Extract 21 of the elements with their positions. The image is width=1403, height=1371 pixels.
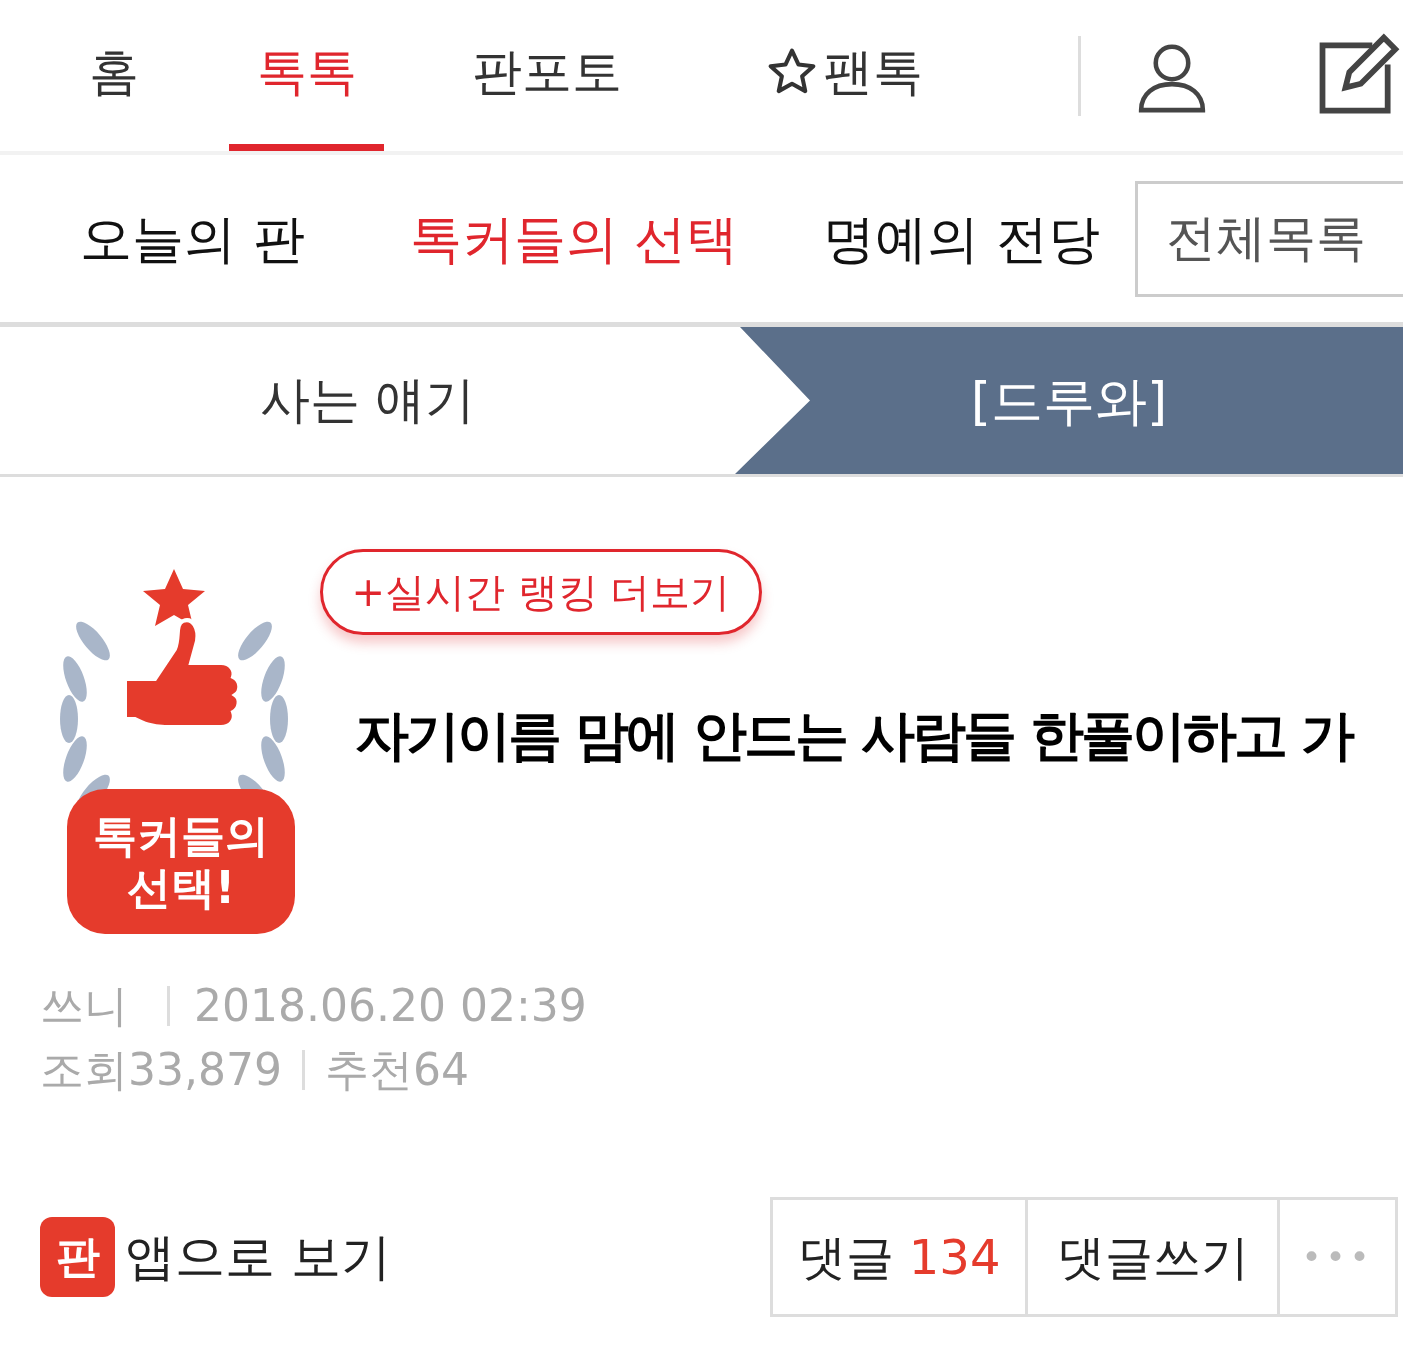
- nav-tab[interactable]: 홈: [0, 0, 229, 151]
- sub-nav-tab[interactable]: 명예의 전당: [823, 199, 1100, 278]
- ranking-button[interactable]: +실시간 랭킹 더보기: [320, 549, 762, 635]
- nav-tab[interactable]: 톡톡: [228, 0, 385, 151]
- post-title: 자기이름 맘에 안드는 사람들 한풀이하고 가: [355, 703, 1352, 769]
- view-count: 조회 33,879: [40, 1043, 282, 1097]
- comments-button[interactable]: 댓글 134: [773, 1200, 1028, 1314]
- nav-tab[interactable]: 팬톡: [710, 0, 979, 151]
- author-name: 쓰니: [40, 979, 129, 1033]
- nav-tab[interactable]: 판포토: [384, 0, 711, 151]
- badge-label: 톡커들의 선택!: [67, 789, 295, 934]
- post-date: 2018.06.20 02:39: [194, 979, 587, 1033]
- sub-nav-tab[interactable]: 톡커들의 선택: [409, 199, 739, 278]
- like-count: 추천64: [324, 1043, 469, 1097]
- board-banner: [드루와]: [735, 327, 1403, 474]
- category-label: 사는 얘기: [259, 370, 476, 431]
- app-view-link[interactable]: 앱으로 보기: [125, 1219, 391, 1295]
- all-list-button[interactable]: 전체목록: [1135, 180, 1403, 297]
- write-comment-button[interactable]: 댓글쓰기: [1028, 1200, 1280, 1314]
- sub-nav-tab[interactable]: 오늘의 판: [80, 199, 305, 278]
- app-icon[interactable]: 판: [40, 1217, 115, 1297]
